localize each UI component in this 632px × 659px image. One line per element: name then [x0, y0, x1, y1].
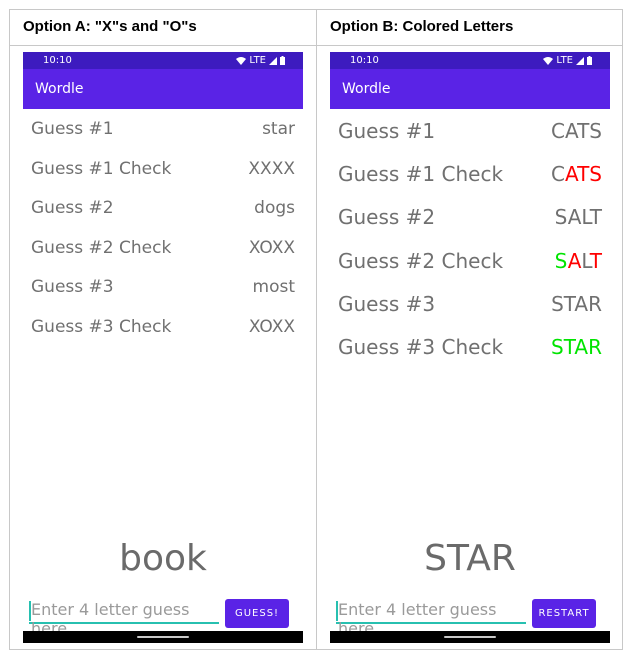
restart-button[interactable]: RESTART: [532, 599, 596, 628]
option-b-header: Option B: Colored Letters: [330, 18, 514, 35]
guess-row: Guess #2 Check SALT: [338, 249, 602, 273]
guess-value: dogs: [254, 198, 295, 218]
signal-icon: [269, 56, 277, 65]
app-title: Wordle: [35, 81, 84, 97]
colored-letter: A: [574, 335, 589, 359]
guess-label: Guess #2: [31, 198, 114, 218]
guess-value: STAR: [551, 291, 602, 316]
home-gesture-pill[interactable]: [137, 636, 189, 638]
guess-label: Guess #1: [338, 119, 436, 143]
wifi-icon: [543, 56, 554, 65]
option-a-header: Option A: "X"s and "O"s: [23, 18, 197, 35]
guess-value: CATS: [550, 119, 602, 143]
text-cursor: [336, 601, 338, 621]
guess-value: star: [262, 119, 295, 139]
guess-label: Guess #2: [338, 205, 436, 230]
text-cursor: [29, 601, 31, 621]
guess-button[interactable]: GUESS!: [225, 599, 289, 628]
guess-input[interactable]: Enter 4 letter guess here: [336, 600, 526, 638]
colored-letter: R: [588, 335, 602, 359]
guess-value: SALT: [554, 205, 602, 230]
status-icons: LTE: [236, 55, 285, 66]
guess-row: Guess #2 dogs: [31, 198, 295, 218]
guess-label: Guess #2 Check: [338, 248, 504, 273]
guess-label: Guess #3 Check: [31, 316, 172, 337]
guess-row: Guess #2 Check XOXX: [31, 238, 295, 258]
guess-value: XOXX: [248, 237, 295, 258]
guess-row: Guess #3 Check STAR: [338, 335, 602, 359]
header-divider: [9, 45, 623, 46]
colored-letter: A: [564, 162, 578, 187]
colored-letter: S: [589, 162, 602, 187]
guess-value: XXXX: [248, 158, 295, 179]
guess-label: Guess #1: [31, 119, 114, 139]
guess-row: Guess #3 most: [31, 277, 295, 297]
guess-row: Guess #1 star: [31, 119, 295, 139]
wifi-icon: [236, 56, 247, 65]
guess-label: Guess #1 Check: [31, 158, 172, 179]
colored-letter: C: [550, 162, 565, 187]
guess-value: most: [252, 277, 295, 297]
colored-letter: L: [581, 248, 590, 273]
app-title: Wordle: [342, 81, 391, 97]
app-bar: Wordle: [23, 69, 303, 109]
status-icons: LTE: [543, 55, 592, 66]
guess-label: Guess #3: [338, 291, 436, 316]
guess-value: XOXX: [248, 316, 295, 337]
column-divider: [316, 9, 317, 650]
status-time: 10:10: [43, 55, 72, 66]
nav-bar: [23, 631, 303, 643]
current-word: book: [119, 538, 207, 579]
colored-letter: A: [567, 248, 582, 273]
battery-icon: [280, 56, 285, 65]
guess-label: Guess #3 Check: [338, 335, 504, 359]
guess-value: CATS: [551, 162, 602, 186]
colored-letter: S: [551, 335, 564, 359]
signal-icon: [576, 56, 584, 65]
guess-row: Guess #2 SALT: [338, 205, 602, 229]
phone-option-a: 10:10 LTE Wordle Guess #1 star Guess #1 Ch…: [23, 52, 303, 643]
network-label: LTE: [556, 55, 573, 66]
colored-letter: T: [563, 335, 575, 359]
colored-letter: T: [577, 162, 590, 187]
guess-row: Guess #1 Check CATS: [338, 162, 602, 186]
guess-row: Guess #1 CATS: [338, 119, 602, 143]
network-label: LTE: [249, 55, 266, 66]
guess-row: Guess #1 Check XXXX: [31, 159, 295, 179]
guess-row: Guess #3 STAR: [338, 292, 602, 316]
app-bar: Wordle: [330, 69, 610, 109]
guess-row: Guess #3 Check XOXX: [31, 317, 295, 337]
status-bar: 10:10 LTE: [330, 52, 610, 69]
home-gesture-pill[interactable]: [444, 636, 496, 638]
guess-value: SALT: [555, 249, 602, 273]
phone-option-b: 10:10 LTE Wordle Guess #1 CATS Guess #1 Ch…: [330, 52, 610, 643]
guess-label: Guess #2 Check: [31, 237, 172, 258]
guess-label: Guess #1 Check: [338, 162, 504, 187]
status-bar: 10:10 LTE: [23, 52, 303, 69]
guess-value: STAR: [551, 335, 602, 359]
answer-word: STAR: [424, 538, 516, 579]
colored-letter: T: [589, 248, 602, 273]
colored-letter: S: [554, 248, 568, 273]
battery-icon: [587, 56, 592, 65]
status-time: 10:10: [350, 55, 379, 66]
guess-input[interactable]: Enter 4 letter guess here: [29, 600, 219, 638]
guess-label: Guess #3: [31, 277, 114, 297]
nav-bar: [330, 631, 610, 643]
